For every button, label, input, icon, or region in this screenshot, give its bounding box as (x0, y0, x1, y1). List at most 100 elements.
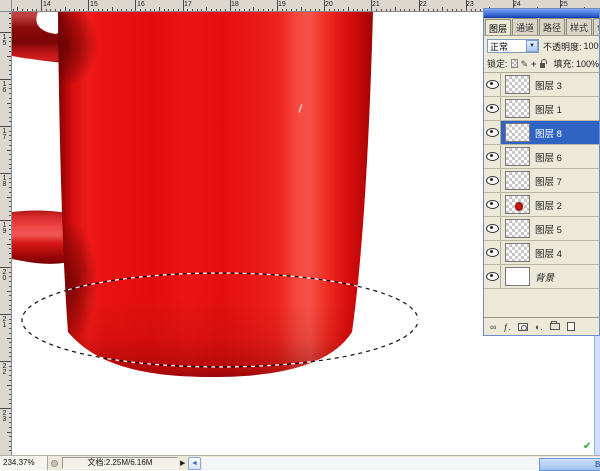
visibility-toggle[interactable] (484, 121, 501, 144)
layer-row[interactable]: 图层 2 (484, 193, 599, 217)
layer-thumbnail[interactable] (505, 195, 530, 214)
horizontal-scrollbar-track[interactable]: BY 古欧雪茄 PHOTOSHOP 交流群 155189433 ► (202, 457, 600, 470)
lock-label: 锁定: (487, 57, 508, 70)
ruler-label: 21 (1, 316, 8, 328)
fill-value[interactable]: 100% (576, 59, 599, 69)
ruler-label: 15 (90, 1, 98, 8)
ruler-label: 22 (1, 363, 8, 375)
layer-row[interactable]: 图层 7 (484, 169, 599, 193)
ruler-label: 15 (1, 34, 8, 46)
lock-paint-icon[interactable]: ✎ (521, 59, 529, 69)
panel-titlebar[interactable] (484, 9, 599, 18)
visibility-toggle[interactable] (484, 217, 501, 240)
layer-thumbnail[interactable] (505, 171, 530, 190)
eye-icon (486, 176, 499, 185)
horizontal-scrollbar-thumb[interactable]: BY 古欧雪茄 PHOTOSHOP 交流群 155189433 ► (539, 458, 600, 471)
chevron-down-icon[interactable]: ▼ (526, 40, 538, 52)
ruler-label: 22 (419, 1, 427, 8)
document-size-info: 文档:2.25M/6.16M (62, 457, 178, 469)
panel-tab[interactable]: 样式 (566, 18, 592, 35)
layer-mask-icon[interactable] (518, 323, 528, 331)
layer-thumbnail[interactable] (505, 219, 530, 238)
layer-row[interactable]: 图层 5 (484, 217, 599, 241)
scroll-left-button[interactable]: ◄ (188, 457, 201, 470)
panel-tab[interactable]: 色板 (593, 18, 599, 35)
layer-name[interactable]: 图层 8 (535, 126, 562, 140)
panel-tab[interactable]: 图层 (485, 19, 511, 36)
layer-name[interactable]: 图层 7 (535, 174, 562, 188)
eye-icon (486, 128, 499, 137)
layer-row[interactable]: 图层 8 (484, 121, 599, 145)
panel-tab[interactable]: 路径 (539, 18, 565, 35)
adjustment-layer-icon[interactable]: ◐. (535, 322, 543, 332)
status-menu-arrow-icon[interactable]: ▶ (180, 459, 185, 467)
vertical-scrollbar[interactable] (594, 336, 600, 455)
panel-tab-strip: 图层通道路径样式色板 (484, 18, 599, 36)
blend-mode-value: 正常 (490, 40, 508, 53)
layer-thumbnail[interactable] (505, 267, 530, 286)
zoom-level-field[interactable]: 234.37% (0, 456, 48, 470)
lock-all-icon[interactable] (540, 63, 545, 68)
thumbnail-content-dot (515, 202, 523, 211)
ruler-label: 23 (1, 410, 8, 422)
ruler-label: 20 (325, 1, 333, 8)
layer-name[interactable]: 图层 6 (535, 150, 562, 164)
visibility-toggle[interactable] (484, 97, 501, 120)
eye-icon (486, 80, 499, 89)
layer-row[interactable]: 图层 1 (484, 97, 599, 121)
eye-icon (486, 248, 499, 257)
visibility-toggle[interactable] (484, 169, 501, 192)
ruler-label: 18 (231, 1, 239, 8)
eye-icon (486, 104, 499, 113)
eye-icon (486, 272, 499, 281)
ruler-label: 23 (466, 1, 474, 8)
layer-row[interactable]: 图层 6 (484, 145, 599, 169)
visibility-toggle[interactable] (484, 73, 501, 96)
layer-thumbnail[interactable] (505, 75, 530, 94)
eye-icon (486, 200, 499, 209)
layer-list: 图层 3 图层 1 图层 8 图层 6 图层 7 图层 2 图层 5 图层 4 背景 (484, 72, 599, 289)
visibility-toggle[interactable] (484, 241, 501, 264)
layer-thumbnail[interactable] (505, 243, 530, 262)
ruler-label: 16 (137, 1, 145, 8)
layer-name[interactable]: 图层 4 (535, 246, 562, 260)
new-layer-icon[interactable] (567, 322, 575, 331)
visibility-toggle[interactable] (484, 193, 501, 216)
ruler-label: 21 (372, 1, 380, 8)
panel-tab[interactable]: 通道 (512, 18, 538, 35)
layer-style-icon[interactable]: ƒ. (503, 322, 511, 332)
checkmark-icon: ✔ (583, 441, 591, 452)
layer-name[interactable]: 图层 2 (535, 198, 562, 212)
new-group-icon[interactable] (550, 323, 560, 330)
layer-thumbnail[interactable] (505, 99, 530, 118)
lock-position-icon[interactable]: + (531, 59, 536, 69)
layer-thumbnail[interactable] (505, 123, 530, 142)
vertical-ruler: 151617181920212223 (0, 12, 12, 455)
visibility-toggle[interactable] (484, 145, 501, 168)
ruler-label: 18 (1, 175, 8, 187)
opacity-label: 不透明度: (543, 40, 582, 53)
visibility-toggle[interactable] (484, 265, 501, 288)
eye-icon (486, 224, 499, 233)
mug-handle-bottom (12, 210, 68, 263)
layer-row[interactable]: 背景 (484, 265, 599, 289)
layers-panel: 图层通道路径样式色板 正常 ▼ 不透明度: 100% 锁定: ✎ + 填充: 1… (483, 8, 600, 336)
opacity-value[interactable]: 100% (584, 41, 599, 51)
layer-row[interactable]: 图层 4 (484, 241, 599, 265)
ruler-label: 24 (513, 1, 521, 8)
layer-thumbnail[interactable] (505, 147, 530, 166)
eye-icon (486, 152, 499, 161)
link-layers-icon[interactable]: ∞ (490, 322, 496, 332)
blend-mode-select[interactable]: 正常 ▼ (487, 39, 539, 53)
layer-name[interactable]: 图层 3 (535, 78, 562, 92)
ruler-label: 17 (184, 1, 192, 8)
status-bar: 234.37% 文档:2.25M/6.16M ▶ ◄ BY 古欧雪茄 PHOTO… (0, 455, 600, 470)
layer-name[interactable]: 图层 5 (535, 222, 562, 236)
ruler-label: 16 (1, 81, 8, 93)
watermark-text: BY 古欧雪茄 PHOTOSHOP 交流群 155189433 (540, 459, 600, 470)
ruler-label: 20 (1, 269, 8, 281)
layer-name[interactable]: 图层 1 (535, 102, 562, 116)
layer-row[interactable]: 图层 3 (484, 73, 599, 97)
layer-name[interactable]: 背景 (535, 270, 554, 284)
lock-transparency-icon[interactable] (511, 59, 518, 68)
